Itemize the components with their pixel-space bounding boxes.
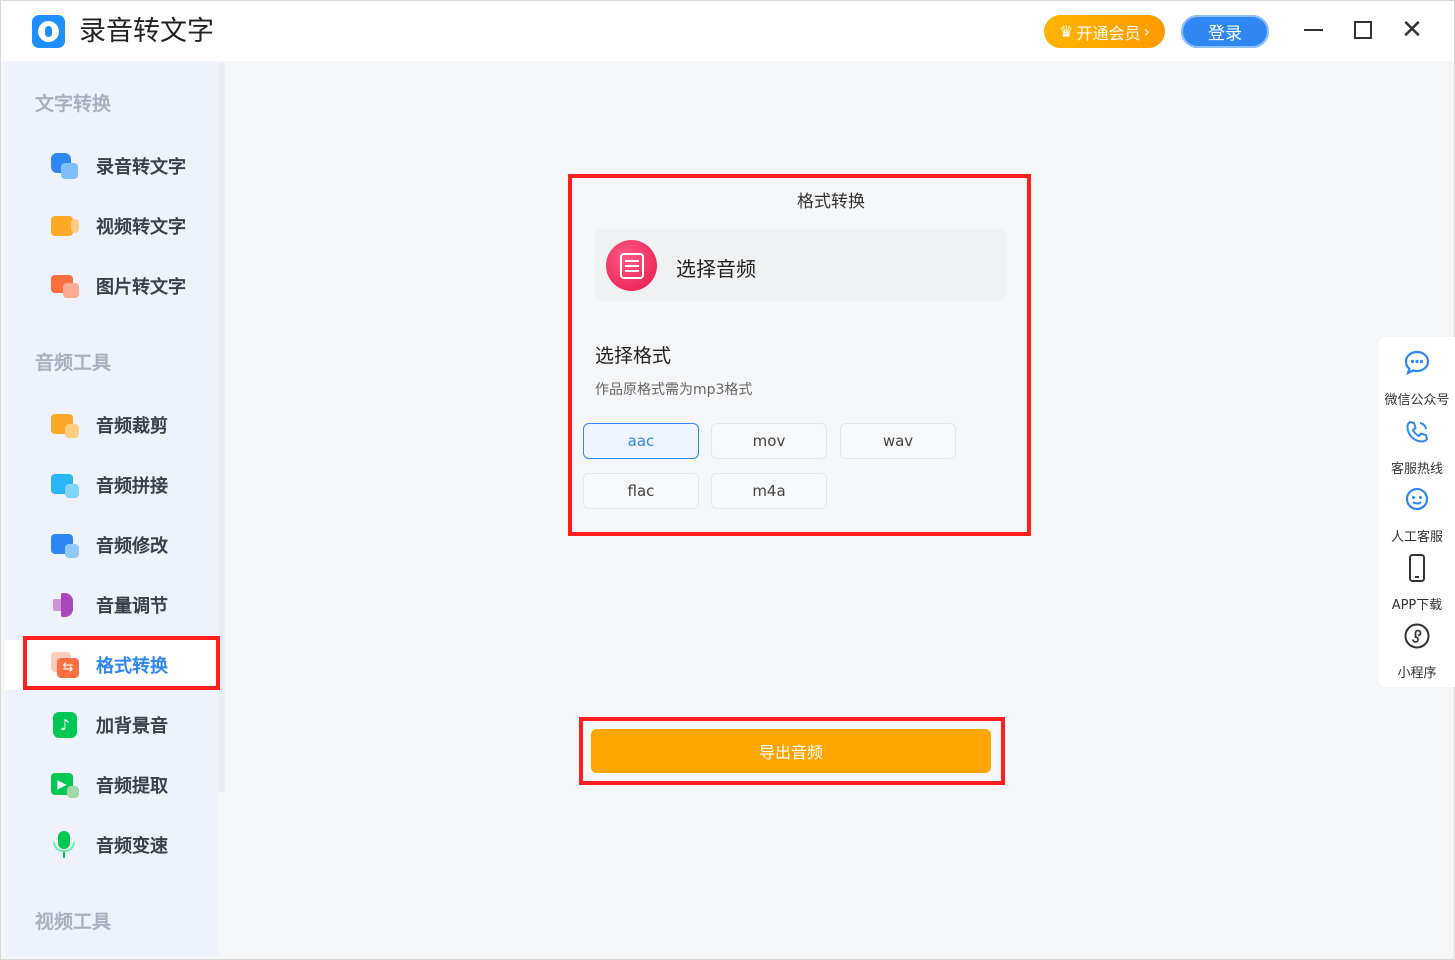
- sidebar-item-label: 音频修改: [96, 536, 168, 557]
- maximize-button[interactable]: [1348, 15, 1378, 45]
- app-download-label: APP下载: [1391, 598, 1443, 613]
- sidebar-item-audio-edit[interactable]: 音频修改: [5, 520, 219, 570]
- app-window: 录音转文字 ♛ 开通会员 › 登录 ✕ 文字转换 录音转文字 视频转文字 图片转…: [0, 0, 1455, 960]
- right-floating-bar: 微信公众号 客服热线 人工客服 APP下载 小程序: [1379, 337, 1455, 687]
- login-button[interactable]: 登录: [1181, 15, 1269, 48]
- wechat-official-button[interactable]: 微信公众号: [1379, 349, 1455, 409]
- sidebar-item-audio-extract[interactable]: ▶ 音频提取: [5, 760, 219, 810]
- hotline-label: 客服热线: [1390, 462, 1443, 477]
- panel-title: 格式转换: [797, 192, 865, 212]
- video-text-icon: [49, 211, 79, 241]
- bg-music-icon: ♪: [49, 710, 79, 740]
- customer-service-button[interactable]: 人工客服: [1379, 486, 1455, 546]
- format-option-flac[interactable]: flac: [583, 473, 699, 509]
- app-title: 录音转文字: [79, 16, 214, 47]
- vip-label: 开通会员: [1076, 23, 1141, 43]
- sidebar-item-label: 视频转文字: [96, 217, 186, 238]
- format-option-m4a[interactable]: m4a: [711, 473, 827, 509]
- format-title: 选择格式: [595, 345, 672, 367]
- select-audio-label: 选择音频: [676, 257, 756, 281]
- chevron-right-icon: ›: [1143, 22, 1150, 41]
- service-icon: [1403, 486, 1431, 514]
- audio-merge-icon: [49, 470, 79, 500]
- sidebar-item-label: 音频裁剪: [96, 416, 168, 437]
- phone-icon: [1403, 418, 1431, 446]
- sidebar-scrollbar[interactable]: [219, 62, 225, 792]
- format-hint: 作品原格式需为mp3格式: [595, 382, 753, 398]
- sidebar-item-label: 音频提取: [96, 776, 168, 797]
- format-convert-icon: ⇆: [49, 650, 79, 680]
- wechat-official-label: 微信公众号: [1384, 393, 1450, 408]
- customer-service-label: 人工客服: [1390, 530, 1443, 545]
- crown-icon: ♛: [1059, 22, 1074, 41]
- close-button[interactable]: ✕: [1397, 15, 1427, 45]
- export-audio-button[interactable]: 导出音频: [591, 729, 991, 773]
- app-logo-icon: [32, 15, 65, 48]
- audio-cut-icon: [49, 410, 79, 440]
- audio-speed-icon: [49, 830, 79, 860]
- audio-file-icon: [606, 240, 657, 291]
- sidebar-item-record-to-text[interactable]: 录音转文字: [5, 141, 219, 191]
- sidebar-item-volume[interactable]: 音量调节: [5, 580, 219, 630]
- mini-program-label: 小程序: [1397, 666, 1437, 681]
- app-download-button[interactable]: APP下载: [1379, 554, 1455, 614]
- format-option-wav[interactable]: wav: [840, 423, 956, 459]
- format-option-mov[interactable]: mov: [711, 423, 827, 459]
- wechat-icon: [1403, 349, 1431, 377]
- sidebar-item-image-to-text[interactable]: 图片转文字: [5, 261, 219, 311]
- miniprogram-icon: [1403, 622, 1431, 650]
- minimize-button[interactable]: [1298, 15, 1328, 45]
- vip-button[interactable]: ♛ 开通会员 ›: [1044, 15, 1165, 48]
- sidebar-item-label: 音量调节: [96, 596, 168, 617]
- sidebar-item-audio-merge[interactable]: 音频拼接: [5, 460, 219, 510]
- sidebar-item-format-convert[interactable]: ⇆ 格式转换: [5, 640, 219, 690]
- minimize-icon: [1303, 29, 1323, 31]
- sidebar-item-label: 格式转换: [96, 656, 168, 677]
- sidebar-item-label: 加背景音: [96, 716, 168, 737]
- sidebar-item-video-to-text[interactable]: 视频转文字: [5, 201, 219, 251]
- sidebar-item-label: 音频变速: [96, 836, 168, 857]
- section-title-video-tools: 视频工具: [35, 911, 112, 933]
- sidebar-item-bg-music[interactable]: ♪ 加背景音: [5, 700, 219, 750]
- audio-extract-icon: ▶: [49, 770, 79, 800]
- select-audio-button[interactable]: 选择音频: [595, 229, 1006, 301]
- mobile-icon: [1403, 554, 1431, 582]
- close-icon: ✕: [1401, 15, 1423, 45]
- sidebar-item-label: 音频拼接: [96, 476, 168, 497]
- section-title-text-convert: 文字转换: [35, 93, 112, 115]
- sidebar-item-label: 录音转文字: [96, 157, 186, 178]
- mic-text-icon: [49, 151, 79, 181]
- sidebar-item-audio-cut[interactable]: 音频裁剪: [5, 400, 219, 450]
- volume-icon: [49, 590, 79, 620]
- maximize-icon: [1354, 21, 1372, 39]
- format-option-aac[interactable]: aac: [583, 423, 699, 459]
- sidebar-item-label: 图片转文字: [96, 277, 186, 298]
- sidebar-item-audio-speed[interactable]: 音频变速: [5, 820, 219, 870]
- hotline-button[interactable]: 客服热线: [1379, 418, 1455, 478]
- audio-edit-icon: [49, 530, 79, 560]
- sidebar: 文字转换 录音转文字 视频转文字 图片转文字 音频工具 音频裁剪 音频拼接 音频…: [5, 62, 219, 957]
- title-bar: 录音转文字 ♛ 开通会员 › 登录 ✕: [1, 1, 1454, 61]
- mini-program-button[interactable]: 小程序: [1379, 622, 1455, 682]
- image-text-icon: [49, 271, 79, 301]
- section-title-audio-tools: 音频工具: [35, 352, 112, 374]
